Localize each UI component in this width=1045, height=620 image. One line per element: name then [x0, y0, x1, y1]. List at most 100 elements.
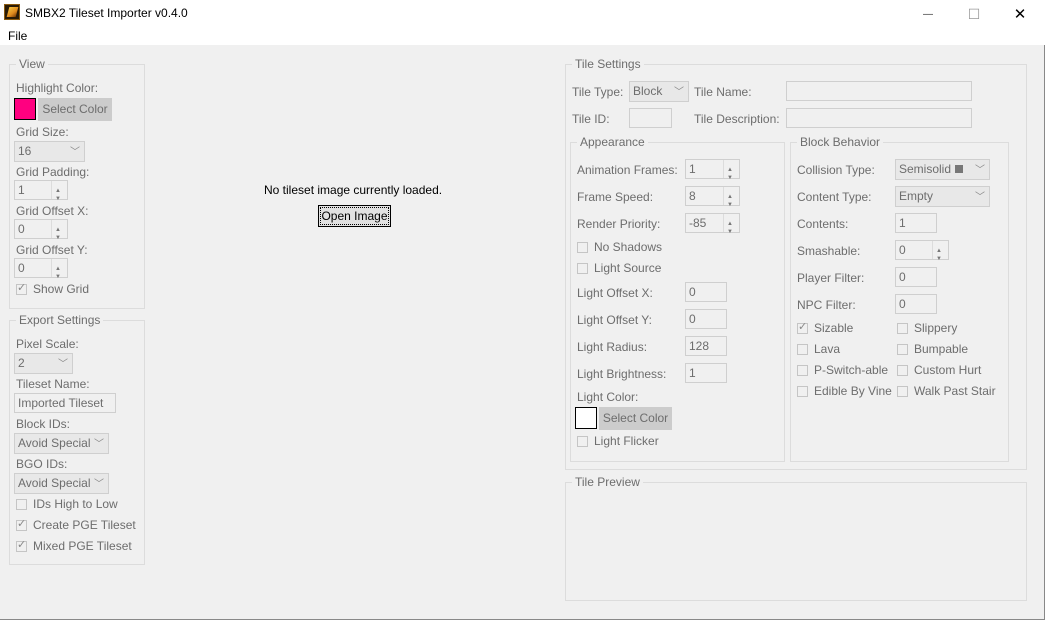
show-grid-label: Show Grid: [33, 282, 90, 296]
grid-padding-label: Grid Padding:: [16, 165, 90, 179]
app-icon: [4, 4, 20, 20]
chevron-down-icon: ﹀: [674, 87, 684, 98]
appearance-legend: Appearance: [577, 135, 648, 149]
player-filter-field[interactable]: 0: [895, 267, 937, 287]
maximize-button[interactable]: ☐: [951, 0, 997, 28]
contents-label: Contents:: [797, 217, 849, 231]
tile-preview-group: Tile Preview: [565, 475, 1027, 601]
frame-speed-stepper[interactable]: 8 ▲ ▼: [685, 186, 740, 208]
pixel-scale-value: 2: [18, 356, 25, 370]
chevron-down-icon: ﹀: [58, 359, 68, 370]
bgo-ids-select[interactable]: Avoid Special ﹀: [14, 473, 109, 494]
checkbox-box: [16, 499, 27, 510]
block-ids-value: Avoid Special: [18, 436, 91, 450]
maximize-icon: ☐: [967, 5, 981, 22]
chevron-down-icon: ﹀: [70, 147, 80, 158]
frame-speed-value: 8: [689, 189, 696, 203]
grid-offset-y-stepper[interactable]: 0 ▲ ▼: [14, 258, 68, 280]
highlight-color-swatch[interactable]: [14, 98, 36, 120]
close-button[interactable]: ✕: [997, 0, 1043, 28]
stepper-buttons[interactable]: ▲ ▼: [51, 181, 67, 202]
slippery-checkbox[interactable]: Slippery: [897, 322, 957, 335]
bumpable-label: Bumpable: [914, 342, 969, 356]
light-color-swatch[interactable]: [575, 407, 597, 429]
highlight-color-label: Highlight Color:: [16, 81, 99, 95]
grid-size-select[interactable]: 16 ﹀: [14, 141, 85, 162]
view-select-color-button[interactable]: Select Color: [38, 98, 112, 121]
npc-filter-field[interactable]: 0: [895, 294, 937, 314]
lava-checkbox[interactable]: Lava: [797, 343, 840, 356]
pixel-scale-select[interactable]: 2 ﹀: [14, 353, 73, 374]
grid-padding-value: 1: [18, 183, 25, 197]
contents-field[interactable]: 1: [895, 213, 937, 233]
tile-name-field[interactable]: [786, 81, 972, 101]
stepper-buttons[interactable]: ▲ ▼: [51, 259, 67, 280]
stepper-buttons[interactable]: ▲ ▼: [51, 220, 67, 241]
stepper-buttons[interactable]: ▲ ▼: [723, 187, 739, 208]
tile-id-field[interactable]: [629, 108, 672, 128]
mixed-pge-checkbox[interactable]: Mixed PGE Tileset: [16, 539, 132, 553]
close-icon: ✕: [1013, 6, 1027, 23]
walk-past-stair-checkbox[interactable]: Walk Past Stair: [897, 385, 996, 398]
player-filter-label: Player Filter:: [797, 271, 865, 285]
animation-frames-value: 1: [689, 162, 696, 176]
window-title: SMBX2 Tileset Importer v0.4.0: [25, 6, 188, 20]
pswitch-checkbox[interactable]: P-Switch-able: [797, 364, 888, 377]
bgo-ids-value: Avoid Special: [18, 476, 91, 490]
smashable-stepper[interactable]: 0 ▲ ▼: [895, 240, 949, 262]
smashable-label: Smashable:: [797, 244, 861, 258]
custom-hurt-label: Custom Hurt: [914, 363, 982, 377]
light-offset-x-field[interactable]: 0: [685, 282, 727, 302]
collision-type-select[interactable]: Semisolid ﹀: [895, 159, 990, 180]
open-image-button[interactable]: Open Image: [318, 205, 391, 227]
light-brightness-field[interactable]: 1: [685, 363, 727, 383]
stepper-buttons[interactable]: ▲ ▼: [723, 214, 739, 235]
collision-type-value: Semisolid: [899, 162, 952, 176]
light-radius-label: Light Radius:: [577, 340, 648, 354]
tileset-name-field[interactable]: Imported Tileset: [14, 393, 116, 413]
grid-offset-y-value: 0: [18, 261, 25, 275]
stepper-buttons[interactable]: ▲ ▼: [932, 241, 948, 262]
light-select-color-button[interactable]: Select Color: [599, 407, 672, 430]
light-radius-field[interactable]: 128: [685, 336, 727, 356]
checkbox-box: [797, 365, 808, 376]
arrow-down-icon: ▼: [727, 229, 733, 235]
light-source-checkbox[interactable]: Light Source: [577, 262, 661, 275]
sizable-label: Sizable: [814, 321, 854, 335]
export-settings-legend: Export Settings: [16, 313, 104, 327]
no-image-message: No tileset image currently loaded.: [264, 183, 443, 197]
custom-hurt-checkbox[interactable]: Custom Hurt: [897, 364, 981, 377]
tile-type-select[interactable]: Block ﹀: [629, 81, 689, 102]
smashable-value: 0: [899, 243, 906, 257]
render-priority-stepper[interactable]: -85 ▲ ▼: [685, 213, 740, 235]
tile-id-label: Tile ID:: [572, 112, 610, 126]
bumpable-checkbox[interactable]: Bumpable: [897, 343, 968, 356]
ids-high-to-low-checkbox[interactable]: IDs High to Low: [16, 498, 118, 511]
content-type-select[interactable]: Empty ﹀: [895, 186, 990, 207]
grid-offset-x-value: 0: [18, 222, 25, 236]
animation-frames-stepper[interactable]: 1 ▲ ▼: [685, 159, 740, 181]
grid-offset-x-stepper[interactable]: 0 ▲ ▼: [14, 219, 68, 241]
no-shadows-checkbox[interactable]: No Shadows: [577, 241, 662, 254]
create-pge-checkbox[interactable]: Create PGE Tileset: [16, 518, 136, 532]
tile-settings-legend: Tile Settings: [572, 57, 644, 71]
stepper-buttons[interactable]: ▲ ▼: [723, 160, 739, 181]
checkbox-box: [16, 282, 27, 295]
edible-vine-checkbox[interactable]: Edible By Vine: [797, 385, 892, 398]
block-ids-select[interactable]: Avoid Special ﹀: [14, 433, 109, 454]
chevron-down-icon: ﹀: [94, 439, 104, 450]
grid-offset-x-label: Grid Offset X:: [16, 204, 89, 218]
show-grid-checkbox[interactable]: Show Grid: [16, 282, 90, 296]
view-legend: View: [16, 57, 48, 71]
no-shadows-label: No Shadows: [594, 240, 663, 254]
tile-description-field[interactable]: [786, 108, 972, 128]
menu-file[interactable]: File: [8, 29, 27, 43]
tile-type-value: Block: [633, 84, 663, 98]
light-flicker-checkbox[interactable]: Light Flicker: [577, 435, 659, 448]
minimize-button[interactable]: —: [905, 0, 951, 28]
light-offset-y-field[interactable]: 0: [685, 309, 727, 329]
block-behavior-legend: Block Behavior: [797, 135, 884, 149]
grid-padding-stepper[interactable]: 1 ▲ ▼: [14, 180, 68, 202]
checkbox-box: [16, 518, 27, 531]
sizable-checkbox[interactable]: Sizable: [797, 321, 854, 335]
